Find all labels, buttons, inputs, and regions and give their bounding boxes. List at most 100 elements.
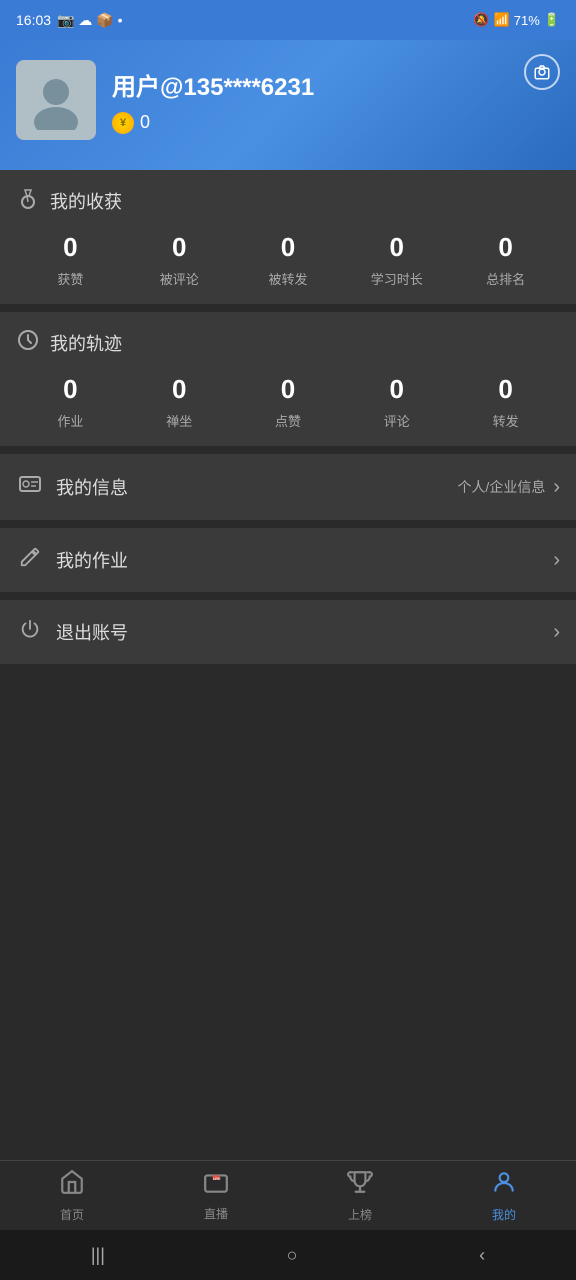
menu-my-info-right-text: 个人/企业信息: [457, 477, 545, 497]
medal-icon: [16, 186, 40, 216]
recent-apps-icon: |||: [91, 1245, 105, 1266]
menu-item-logout[interactable]: 退出账号 ›: [0, 600, 576, 664]
menu-logout-right: ›: [553, 621, 560, 644]
trail-header: 我的轨迹: [16, 328, 560, 358]
system-nav-bar: ||| ○ ‹: [0, 1230, 576, 1280]
nav-item-mine[interactable]: 我的: [432, 1169, 576, 1223]
stat-study-label: 学习时长: [371, 269, 423, 288]
trail-meditation-value: 0: [172, 374, 186, 405]
coins-value: 0: [140, 112, 150, 133]
username: 用户@135****6231: [112, 67, 314, 102]
stat-shares-value: 0: [281, 232, 295, 263]
stat-comments-value: 0: [172, 232, 186, 263]
trophy-icon: [347, 1169, 373, 1202]
trail-likes-value: 0: [281, 374, 295, 405]
coins-row: ¥ 0: [112, 112, 314, 134]
battery-icon: 🔋: [544, 12, 560, 28]
my-trail-section: 我的轨迹 0 作业 0 禅坐 0 点赞 0 评论 0 转发: [0, 312, 576, 446]
avatar[interactable]: [16, 60, 96, 140]
menu-logout-label: 退出账号: [56, 619, 128, 645]
profile-header: 用户@135****6231 ¥ 0: [0, 40, 576, 170]
trail-homework-value: 0: [63, 374, 77, 405]
user-info: 用户@135****6231 ¥ 0: [112, 67, 314, 134]
menu-my-info-label: 我的信息: [56, 474, 128, 500]
wifi-icon: 📶: [494, 12, 510, 28]
coin-icon: ¥: [112, 112, 134, 134]
signal-icon: 🔕: [473, 12, 489, 28]
my-gains-section: 我的收获 0 获赞 0 被评论 0 被转发 0 学习时长 0 总排名: [0, 170, 576, 304]
status-bar-right: 🔕 📶 71% 🔋: [473, 12, 560, 28]
empty-area: [0, 672, 576, 852]
svg-text:LIVE: LIVE: [213, 1176, 221, 1180]
power-icon: [16, 618, 44, 646]
trail-shares-value: 0: [498, 374, 512, 405]
menu-my-homework-label: 我的作业: [56, 547, 128, 573]
nav-item-live[interactable]: LIVE 直播: [144, 1170, 288, 1222]
avatar-image: [26, 70, 86, 130]
trail-meditation: 0 禅坐: [125, 374, 234, 430]
live-tv-icon: LIVE: [203, 1170, 229, 1196]
stat-likes-label: 获赞: [57, 269, 83, 288]
menu-item-my-homework-left: 我的作业: [16, 546, 128, 574]
sys-home-icon: ○: [287, 1245, 298, 1266]
status-bar: 16:03 📷 ☁ 📦 • 🔕 📶 71% 🔋: [0, 0, 576, 40]
chevron-right-icon: ›: [553, 476, 560, 499]
menu-item-my-homework[interactable]: 我的作业 ›: [0, 528, 576, 592]
status-time: 16:03: [16, 12, 51, 28]
trail-likes: 0 点赞: [234, 374, 343, 430]
nav-item-ranking[interactable]: 上榜: [288, 1169, 432, 1223]
stat-likes-value: 0: [63, 232, 77, 263]
stat-shares-label: 被转发: [268, 269, 307, 288]
trail-homework-label: 作业: [57, 411, 83, 430]
nav-live-label: 直播: [204, 1205, 228, 1222]
trail-comments-label: 评论: [384, 411, 410, 430]
gains-title: 我的收获: [50, 188, 122, 214]
menu-my-homework-right: ›: [553, 549, 560, 572]
bottom-nav: 首页 LIVE 直播 上榜 我的: [0, 1160, 576, 1230]
stat-shares: 0 被转发: [234, 232, 343, 288]
menu-my-info-right: 个人/企业信息 ›: [457, 476, 560, 499]
camera-icon: [533, 63, 551, 81]
nav-item-home[interactable]: 首页: [0, 1169, 144, 1223]
status-icons: 📷 ☁ 📦 •: [57, 12, 122, 29]
menu-item-logout-left: 退出账号: [16, 618, 128, 646]
stat-rank: 0 总排名: [451, 232, 560, 288]
trail-comments-value: 0: [390, 374, 404, 405]
nav-ranking-label: 上榜: [348, 1206, 372, 1223]
stat-comments-label: 被评论: [160, 269, 199, 288]
gains-header: 我的收获: [16, 186, 560, 216]
stat-rank-value: 0: [498, 232, 512, 263]
trail-likes-label: 点赞: [275, 411, 301, 430]
trail-homework: 0 作业: [16, 374, 125, 430]
chevron-right-icon-2: ›: [553, 549, 560, 572]
sys-nav-recent[interactable]: |||: [91, 1245, 105, 1266]
trail-shares-label: 转发: [493, 411, 519, 430]
stat-comments: 0 被评论: [125, 232, 234, 288]
trail-title: 我的轨迹: [50, 330, 122, 356]
menu-item-my-info[interactable]: 我的信息 个人/企业信息 ›: [0, 454, 576, 520]
clock-icon: [16, 328, 40, 358]
stat-likes: 0 获赞: [16, 232, 125, 288]
camera-button[interactable]: [524, 54, 560, 90]
sys-nav-home[interactable]: ○: [287, 1245, 298, 1266]
battery-text: 71%: [514, 13, 540, 28]
chevron-right-icon-3: ›: [553, 621, 560, 644]
back-icon: ‹: [479, 1245, 485, 1266]
nav-mine-label: 我的: [492, 1206, 516, 1223]
stat-rank-label: 总排名: [486, 269, 525, 288]
id-card-icon: [16, 472, 44, 502]
gains-stats-row: 0 获赞 0 被评论 0 被转发 0 学习时长 0 总排名: [16, 232, 560, 288]
nav-home-label: 首页: [60, 1206, 84, 1223]
status-bar-left: 16:03 📷 ☁ 📦 •: [16, 12, 122, 29]
person-icon: [491, 1169, 517, 1202]
trail-stats-row: 0 作业 0 禅坐 0 点赞 0 评论 0 转发: [16, 374, 560, 430]
home-icon: [59, 1169, 85, 1202]
trail-meditation-label: 禅坐: [166, 411, 192, 430]
menu-item-my-info-left: 我的信息: [16, 472, 128, 502]
pencil-icon: [16, 546, 44, 574]
stat-study-value: 0: [390, 232, 404, 263]
sys-nav-back[interactable]: ‹: [479, 1245, 485, 1266]
trail-comments: 0 评论: [342, 374, 451, 430]
trail-shares: 0 转发: [451, 374, 560, 430]
stat-study: 0 学习时长: [342, 232, 451, 288]
